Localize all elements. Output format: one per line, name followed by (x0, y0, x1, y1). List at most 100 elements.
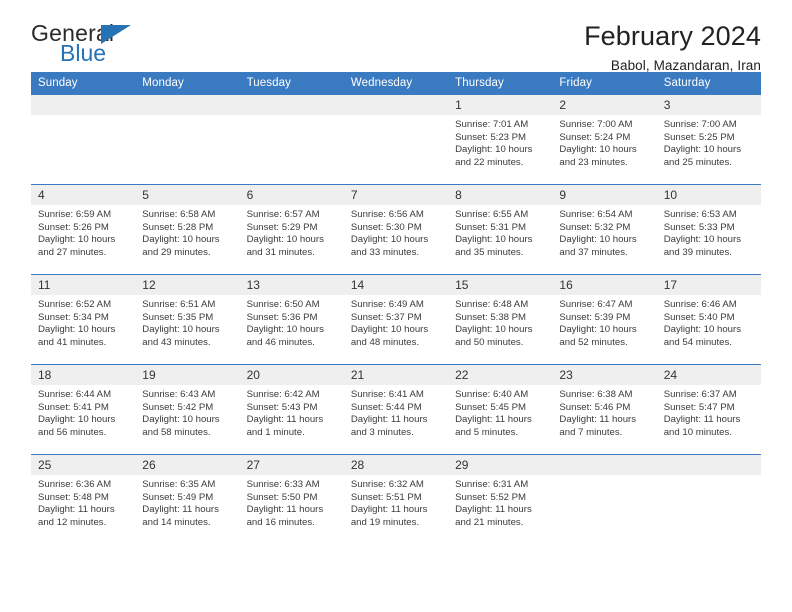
day-number (656, 455, 761, 475)
daylight-text-line2: and 43 minutes. (142, 336, 211, 348)
sunset-text: Sunset: 5:45 PM (455, 401, 527, 413)
calendar-day-cell[interactable]: 24 Sunrise: 6:37 AM Sunset: 5:47 PM Dayligh… (656, 364, 761, 455)
sunset-text: Sunset: 5:44 PM (350, 401, 422, 413)
calendar-day-cell-empty (239, 94, 344, 185)
day-number (552, 455, 657, 475)
sunset-text: Sunset: 5:48 PM (38, 491, 109, 503)
calendar-day-cell[interactable]: 8 Sunrise: 6:55 AM Sunset: 5:31 PM Daylight… (448, 184, 553, 275)
day-number: 13 (239, 275, 344, 295)
daylight-text-line1: Daylight: 10 hours (663, 144, 742, 156)
page-subtitle: Babol, Mazandaran, Iran (610, 58, 761, 74)
sunrise-text: Sunrise: 7:00 AM (559, 119, 633, 130)
calendar-day-cell-empty (656, 454, 761, 545)
daylight-text-line1: Daylight: 10 hours (559, 144, 637, 156)
daylight-text-line1: Daylight: 11 hours (38, 504, 115, 516)
sunrise-text: Sunrise: 6:41 AM (350, 389, 424, 400)
sunset-text: Sunset: 5:38 PM (455, 311, 527, 323)
calendar-day-cell[interactable]: 27 Sunrise: 6:33 AM Sunset: 5:50 PM Dayligh… (239, 454, 344, 545)
daylight-text-line2: and 19 minutes. (350, 516, 420, 528)
general-blue-logo[interactable]: General Blue (31, 22, 151, 70)
day-details: Sunrise: 6:59 AM Sunset: 5:26 PM Daylight:… (31, 205, 135, 259)
daylight-text-line1: Daylight: 10 hours (142, 324, 220, 336)
daylight-text-line1: Daylight: 11 hours (663, 414, 741, 426)
day-number: 26 (135, 455, 240, 475)
calendar-day-cell[interactable]: 18 Sunrise: 6:44 AM Sunset: 5:41 PM Dayligh… (31, 364, 136, 455)
day-number: 25 (31, 455, 136, 475)
day-details: Sunrise: 6:51 AM Sunset: 5:35 PM Daylight:… (135, 295, 239, 349)
calendar-day-cell[interactable]: 2 Sunrise: 7:00 AM Sunset: 5:24 PM Daylight… (552, 94, 657, 185)
day-number: 8 (448, 185, 553, 205)
sunset-text: Sunset: 5:39 PM (559, 311, 631, 323)
calendar-day-cell[interactable]: 20 Sunrise: 6:42 AM Sunset: 5:43 PM Dayligh… (239, 364, 344, 455)
sunrise-text: Sunrise: 6:44 AM (38, 389, 112, 400)
calendar-day-cell[interactable]: 11 Sunrise: 6:52 AM Sunset: 5:34 PM Dayligh… (31, 274, 136, 365)
day-number: 5 (135, 185, 240, 205)
sunrise-text: Sunrise: 7:00 AM (663, 119, 737, 130)
calendar-day-cell-empty (135, 94, 240, 185)
sunrise-text: Sunrise: 6:47 AM (559, 299, 633, 310)
daylight-text-line1: Daylight: 10 hours (559, 324, 637, 336)
weekday-header-sunday: Sunday (31, 72, 136, 95)
daylight-text-line1: Daylight: 11 hours (246, 414, 324, 426)
sunrise-text: Sunrise: 6:50 AM (246, 299, 320, 310)
calendar-day-cell[interactable]: 16 Sunrise: 6:47 AM Sunset: 5:39 PM Dayligh… (552, 274, 657, 365)
daylight-text-line1: Daylight: 11 hours (559, 414, 637, 426)
daylight-text-line2: and 16 minutes. (246, 516, 315, 528)
day-details: Sunrise: 6:43 AM Sunset: 5:42 PM Daylight:… (135, 385, 239, 439)
daylight-text-line2: and 3 minutes. (350, 426, 414, 438)
calendar-day-cell[interactable]: 4 Sunrise: 6:59 AM Sunset: 5:26 PM Daylight… (31, 184, 136, 275)
daylight-text-line2: and 12 minutes. (38, 516, 107, 528)
sunset-text: Sunset: 5:31 PM (455, 221, 527, 233)
calendar-day-cell-empty (31, 94, 136, 185)
day-details: Sunrise: 7:00 AM Sunset: 5:25 PM Daylight:… (657, 115, 761, 169)
day-number: 20 (239, 365, 344, 385)
daylight-text-line2: and 33 minutes. (350, 246, 420, 258)
calendar-day-cell[interactable]: 28 Sunrise: 6:32 AM Sunset: 5:51 PM Dayligh… (343, 454, 449, 545)
sunset-text: Sunset: 5:52 PM (455, 491, 527, 503)
daylight-text-line1: Daylight: 11 hours (455, 414, 532, 426)
daylight-text-line2: and 46 minutes. (246, 336, 315, 348)
calendar-day-cell[interactable]: 29 Sunrise: 6:31 AM Sunset: 5:52 PM Dayligh… (448, 454, 553, 545)
sunrise-text: Sunrise: 6:53 AM (663, 209, 737, 220)
calendar-day-cell[interactable]: 15 Sunrise: 6:48 AM Sunset: 5:38 PM Dayligh… (448, 274, 553, 365)
calendar-day-cell[interactable]: 21 Sunrise: 6:41 AM Sunset: 5:44 PM Dayligh… (343, 364, 449, 455)
daylight-text-line1: Daylight: 10 hours (455, 144, 533, 156)
calendar-day-cell[interactable]: 6 Sunrise: 6:57 AM Sunset: 5:29 PM Daylight… (239, 184, 344, 275)
calendar-day-cell[interactable]: 5 Sunrise: 6:58 AM Sunset: 5:28 PM Daylight… (135, 184, 240, 275)
calendar-body: 1 Sunrise: 7:01 AM Sunset: 5:23 PM Daylight… (31, 94, 761, 545)
calendar-day-cell[interactable]: 22 Sunrise: 6:40 AM Sunset: 5:45 PM Dayligh… (448, 364, 553, 455)
logo-text-blue: Blue (60, 40, 107, 66)
sunrise-sunset-calendar: Sunday Monday Tuesday Wednesday Thursday… (31, 72, 761, 545)
calendar-day-cell[interactable]: 10 Sunrise: 6:53 AM Sunset: 5:33 PM Dayligh… (656, 184, 761, 275)
calendar-day-cell[interactable]: 19 Sunrise: 6:43 AM Sunset: 5:42 PM Dayligh… (135, 364, 240, 455)
calendar-day-cell[interactable]: 1 Sunrise: 7:01 AM Sunset: 5:23 PM Daylight… (448, 94, 553, 185)
calendar-day-cell[interactable]: 17 Sunrise: 6:46 AM Sunset: 5:40 PM Dayligh… (656, 274, 761, 365)
day-number: 19 (135, 365, 240, 385)
day-details: Sunrise: 6:35 AM Sunset: 5:49 PM Daylight:… (135, 475, 239, 529)
calendar-day-cell[interactable]: 13 Sunrise: 6:50 AM Sunset: 5:36 PM Dayligh… (239, 274, 344, 365)
day-details: Sunrise: 6:31 AM Sunset: 5:52 PM Daylight:… (448, 475, 552, 529)
day-details: Sunrise: 6:53 AM Sunset: 5:33 PM Daylight:… (657, 205, 761, 259)
calendar-day-cell[interactable]: 3 Sunrise: 7:00 AM Sunset: 5:25 PM Daylight… (656, 94, 761, 185)
sunset-text: Sunset: 5:37 PM (350, 311, 422, 323)
calendar-day-cell[interactable]: 25 Sunrise: 6:36 AM Sunset: 5:48 PM Dayligh… (31, 454, 136, 545)
day-number: 17 (656, 275, 761, 295)
calendar-day-cell[interactable]: 14 Sunrise: 6:49 AM Sunset: 5:37 PM Dayligh… (343, 274, 449, 365)
sunset-text: Sunset: 5:26 PM (38, 221, 109, 233)
weekday-header-monday: Monday (135, 72, 240, 95)
daylight-text-line1: Daylight: 11 hours (246, 504, 324, 516)
day-details: Sunrise: 6:42 AM Sunset: 5:43 PM Daylight:… (240, 385, 344, 439)
calendar-day-cell[interactable]: 9 Sunrise: 6:54 AM Sunset: 5:32 PM Daylight… (552, 184, 657, 275)
page-title: February 2024 (584, 21, 761, 51)
daylight-text-line1: Daylight: 10 hours (246, 324, 324, 336)
calendar-day-cell[interactable]: 23 Sunrise: 6:38 AM Sunset: 5:46 PM Dayligh… (552, 364, 657, 455)
calendar-day-cell[interactable]: 12 Sunrise: 6:51 AM Sunset: 5:35 PM Dayligh… (135, 274, 240, 365)
sunset-text: Sunset: 5:28 PM (142, 221, 214, 233)
sunrise-text: Sunrise: 6:43 AM (142, 389, 216, 400)
calendar-day-cell[interactable]: 7 Sunrise: 6:56 AM Sunset: 5:30 PM Daylight… (343, 184, 449, 275)
sunrise-text: Sunrise: 6:46 AM (663, 299, 737, 310)
calendar-day-cell[interactable]: 26 Sunrise: 6:35 AM Sunset: 5:49 PM Dayligh… (135, 454, 240, 545)
day-details: Sunrise: 7:01 AM Sunset: 5:23 PM Daylight:… (448, 115, 552, 169)
daylight-text-line1: Daylight: 10 hours (663, 234, 742, 246)
calendar-day-cell-empty (552, 454, 657, 545)
